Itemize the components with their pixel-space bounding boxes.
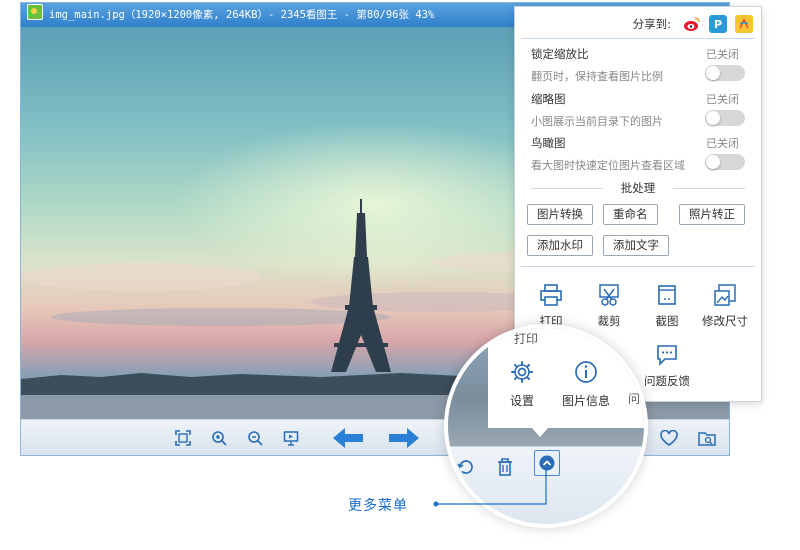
arrow-left-icon xyxy=(333,428,363,448)
zoom-out-button[interactable] xyxy=(245,428,265,448)
screenshot-tool[interactable]: 截图 xyxy=(637,283,697,329)
option-desc-lock-zoom: 翻页时，保持查看图片比例 xyxy=(531,70,663,83)
divider xyxy=(521,38,755,39)
resize-label: 修改尺寸 xyxy=(702,314,748,328)
thumbnails-toggle[interactable] xyxy=(705,110,745,126)
option-state-birdseye: 已关闭 xyxy=(706,137,739,150)
option-desc-thumbnails: 小图展示当前目录下的图片 xyxy=(531,115,663,128)
print-tool[interactable]: 打印 xyxy=(521,283,581,329)
crop-icon xyxy=(599,284,619,306)
divider xyxy=(521,266,755,267)
magnified-feedback-label: 问 xyxy=(628,392,641,406)
option-state-thumbnails: 已关闭 xyxy=(706,93,739,106)
add-text-button[interactable]: 添加文字 xyxy=(603,235,669,256)
image-info-tool[interactable]: 图片信息 xyxy=(562,360,610,409)
resize-icon xyxy=(714,284,736,306)
fit-screen-button[interactable] xyxy=(173,428,193,448)
batch-line-right xyxy=(673,188,745,189)
image-info-label: 图片信息 xyxy=(562,394,611,408)
lock-zoom-toggle[interactable] xyxy=(705,65,745,81)
next-image-button[interactable] xyxy=(389,428,419,448)
feedback-label: 问题反馈 xyxy=(644,374,690,388)
fit-screen-icon xyxy=(175,430,191,446)
callout-connector xyxy=(433,470,547,507)
slideshow-icon xyxy=(283,431,299,446)
more-menu-callout-label: 更多菜单 xyxy=(348,498,408,514)
settings-label: 设置 xyxy=(510,394,535,408)
heart-icon xyxy=(660,430,678,446)
birdseye-toggle[interactable] xyxy=(705,154,745,170)
slideshow-button[interactable] xyxy=(281,428,301,448)
printer-icon xyxy=(540,284,562,306)
crop-tool[interactable]: 裁剪 xyxy=(579,283,639,329)
option-title-birdseye: 鸟瞰图 xyxy=(531,136,566,150)
feedback-tool[interactable]: 问题反馈 xyxy=(637,343,697,389)
open-folder-button[interactable] xyxy=(697,428,717,448)
zoom-in-button[interactable] xyxy=(209,428,229,448)
feedback-icon xyxy=(657,345,677,366)
screenshot-label: 截图 xyxy=(655,314,679,328)
option-title-lock-zoom: 锁定缩放比 xyxy=(531,47,589,61)
print-label: 打印 xyxy=(539,314,563,328)
add-watermark-button[interactable]: 添加水印 xyxy=(527,235,593,256)
chevron-up-icon xyxy=(539,455,555,471)
zoom-out-icon xyxy=(248,431,263,446)
arrow-right-icon xyxy=(389,428,419,448)
qzone-icon[interactable]: P xyxy=(709,15,727,33)
share-row: 分享到: P xyxy=(633,13,753,35)
info-icon xyxy=(575,361,597,383)
rename-button[interactable]: 重命名 xyxy=(603,204,658,225)
gear-icon xyxy=(511,361,533,383)
settings-tool[interactable]: 设置 xyxy=(510,360,534,409)
app-logo-icon xyxy=(27,4,43,20)
option-state-lock-zoom: 已关闭 xyxy=(706,48,739,61)
photo-straighten-button[interactable]: 照片转正 xyxy=(679,204,745,225)
image-convert-button[interactable]: 图片转换 xyxy=(527,204,593,225)
share-label: 分享到: xyxy=(632,17,671,31)
previous-image-button[interactable] xyxy=(333,428,363,448)
option-title-thumbnails: 缩略图 xyxy=(531,92,566,106)
weibo-icon[interactable] xyxy=(683,15,701,33)
magnified-print-label: 打印 xyxy=(514,332,539,346)
favorite-button[interactable] xyxy=(659,428,679,448)
folder-search-icon xyxy=(698,432,716,446)
resize-tool[interactable]: 修改尺寸 xyxy=(695,283,755,329)
menu-caret xyxy=(532,428,548,437)
tencent-weibo-icon[interactable] xyxy=(735,15,753,33)
screenshot-icon xyxy=(658,285,676,305)
magnified-menu: 打印 问 设置 图片信息 xyxy=(488,328,644,428)
crop-label: 裁剪 xyxy=(597,314,621,328)
zoom-in-icon xyxy=(212,431,227,446)
window-title: img_main.jpg（1920×1200像素, 264KB）- 2345看图… xyxy=(49,9,435,21)
option-desc-birdseye: 看大图时快速定位图片查看区域 xyxy=(531,159,685,172)
